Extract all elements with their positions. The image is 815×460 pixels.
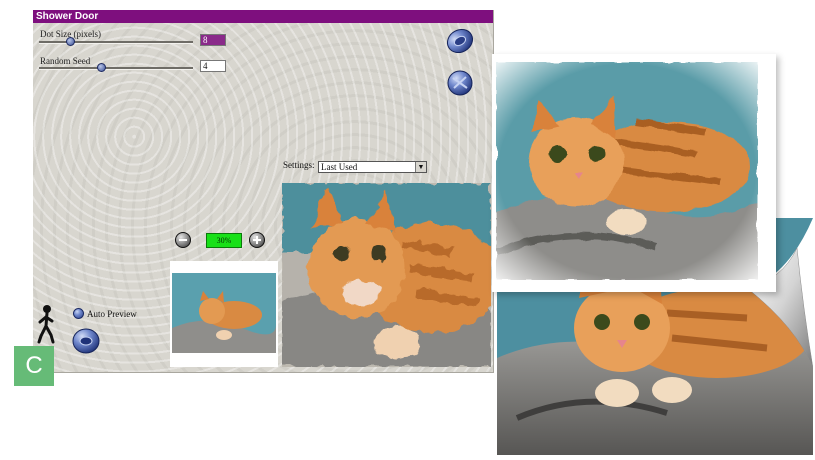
random-seed-label: Random Seed [40,56,91,66]
thumbnail-image[interactable] [172,273,276,353]
zoom-out-icon [179,239,187,241]
random-seed-input[interactable]: 4 [200,60,226,72]
cancel-button[interactable] [445,68,475,98]
ok-dial-icon [446,28,474,54]
help-disc-icon [72,328,100,354]
filtered-photo-frame [492,54,776,292]
zoom-in-button[interactable] [249,232,265,248]
filter-preview[interactable] [282,183,493,367]
toggle-icon [74,311,85,322]
dot-size-input[interactable]: 8 [200,34,226,46]
filtered-photo-image [496,62,758,280]
figure-label-badge: C [14,346,54,386]
dialog-title: Shower Door [33,10,493,23]
auto-preview-toggle[interactable] [73,308,84,319]
settings-label: Settings: [283,160,315,170]
help-button[interactable] [72,327,100,355]
thumbnail-frame [170,261,278,367]
dot-size-slider-knob[interactable] [65,37,75,46]
settings-dropdown[interactable]: Last Used ▼ [318,161,427,173]
walking-figure [37,304,55,344]
zoom-in-icon [253,236,261,244]
ok-button[interactable] [445,26,475,56]
plugin-dialog: Shower Door Dot Size (pixels) 8 Random S… [33,10,494,373]
zoom-level: 30% [206,233,242,248]
zoom-out-button[interactable] [175,232,191,248]
settings-selected-value: Last Used [321,162,358,172]
preview-image [282,183,493,367]
random-seed-slider-track[interactable] [39,67,193,70]
walking-figure-icon [37,305,55,344]
cancel-dial-icon [447,70,473,96]
random-seed-slider-knob[interactable] [96,63,106,72]
dot-size-slider-track[interactable] [39,41,193,44]
chevron-down-icon: ▼ [415,162,426,172]
auto-preview-label: Auto Preview [87,309,137,319]
